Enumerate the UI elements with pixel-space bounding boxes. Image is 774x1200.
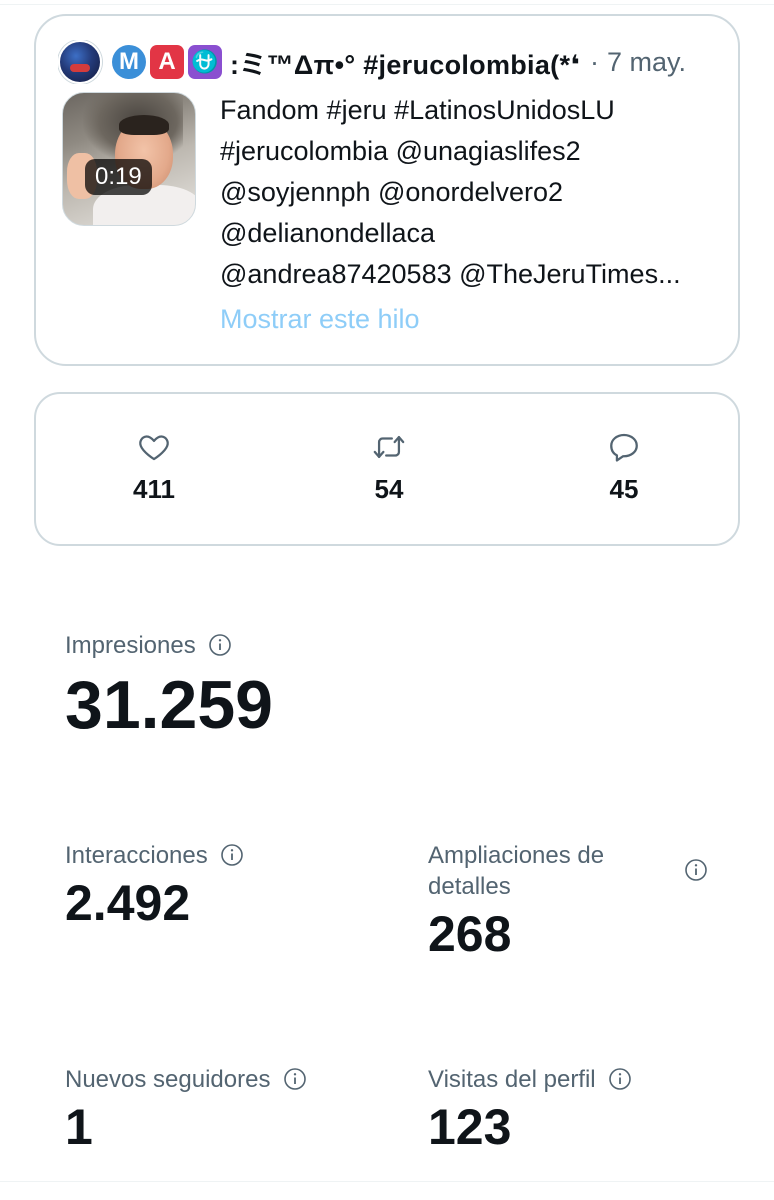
tweet-text-line: Fandom #jeru #LatinosUnidosLU bbox=[220, 95, 615, 125]
profile-visits-metric: Visitas del perfil 123 bbox=[428, 1064, 632, 1157]
emoji-badge-a: A bbox=[150, 45, 184, 79]
detail-expands-label-line2: detalles bbox=[428, 873, 511, 900]
bottom-divider bbox=[0, 1181, 774, 1182]
retweet-icon bbox=[373, 435, 405, 459]
tweet-header: M A ⛎ :ミ™Δπ•° #jerucolombia(*❛ · 7 may. bbox=[58, 40, 718, 84]
tweet-date[interactable]: 7 may. bbox=[607, 47, 686, 78]
quoted-tweet-card[interactable]: M A ⛎ :ミ™Δπ•° #jerucolombia(*❛ · 7 may. … bbox=[34, 14, 740, 366]
interactions-label: Interacciones bbox=[65, 842, 208, 869]
impressions-value: 31.259 bbox=[65, 667, 273, 743]
header-separator: · bbox=[589, 46, 599, 77]
show-thread-link[interactable]: Mostrar este hilo bbox=[220, 304, 420, 335]
tweet-text-line: @soyjennph @onordelvero2 bbox=[220, 177, 564, 207]
thumbnail-hair bbox=[119, 115, 169, 135]
retweets-stat[interactable]: 54 bbox=[329, 430, 449, 505]
profile-visits-label: Visitas del perfil bbox=[428, 1066, 596, 1093]
info-icon[interactable] bbox=[208, 633, 232, 657]
engagement-card: 411 54 45 bbox=[34, 392, 740, 546]
reply-bubble-icon bbox=[610, 433, 638, 462]
interactions-metric: Interacciones 2.492 bbox=[65, 840, 244, 933]
retweets-count: 54 bbox=[374, 474, 404, 504]
info-icon[interactable] bbox=[283, 1067, 307, 1091]
info-icon[interactable] bbox=[684, 858, 708, 882]
replies-stat[interactable]: 45 bbox=[564, 430, 684, 505]
replies-count: 45 bbox=[609, 474, 639, 504]
info-icon[interactable] bbox=[220, 843, 244, 867]
info-icon[interactable] bbox=[608, 1067, 632, 1091]
heart-icon bbox=[139, 435, 169, 461]
detail-expands-value: 268 bbox=[428, 906, 512, 962]
video-duration-badge: 0:19 bbox=[85, 159, 152, 195]
new-followers-value: 1 bbox=[65, 1099, 93, 1155]
tweet-text-line: @delianondellaca bbox=[220, 218, 436, 248]
likes-stat[interactable]: 411 bbox=[94, 430, 214, 505]
interactions-value: 2.492 bbox=[65, 875, 191, 931]
impressions-label: Impresiones bbox=[65, 632, 196, 659]
impressions-metric: Impresiones 31.259 bbox=[65, 630, 273, 745]
top-divider bbox=[0, 0, 774, 5]
likes-count: 411 bbox=[133, 474, 175, 504]
detail-expands-metric: Ampliaciones de detalles 268 bbox=[428, 840, 718, 964]
new-followers-label: Nuevos seguidores bbox=[65, 1066, 271, 1093]
video-thumbnail[interactable]: 0:19 bbox=[62, 92, 196, 226]
author-avatar[interactable] bbox=[58, 40, 102, 84]
author-name[interactable]: :ミ™Δπ•° #jerucolombia(*❛ bbox=[230, 43, 580, 82]
profile-visits-value: 123 bbox=[428, 1099, 512, 1155]
emoji-badge-m: M bbox=[112, 45, 146, 79]
tweet-text-line: @andrea87420583 @TheJeruTimes... bbox=[220, 259, 681, 289]
emoji-badge-ophiuchus: ⛎ bbox=[188, 45, 222, 79]
new-followers-metric: Nuevos seguidores 1 bbox=[65, 1064, 307, 1157]
tweet-text-line: #jerucolombia @unagiaslifes2 bbox=[220, 136, 581, 166]
tweet-text: Fandom #jeru #LatinosUnidosLU #jerucolom… bbox=[220, 90, 724, 295]
detail-expands-label-line1: Ampliaciones de bbox=[428, 842, 605, 869]
